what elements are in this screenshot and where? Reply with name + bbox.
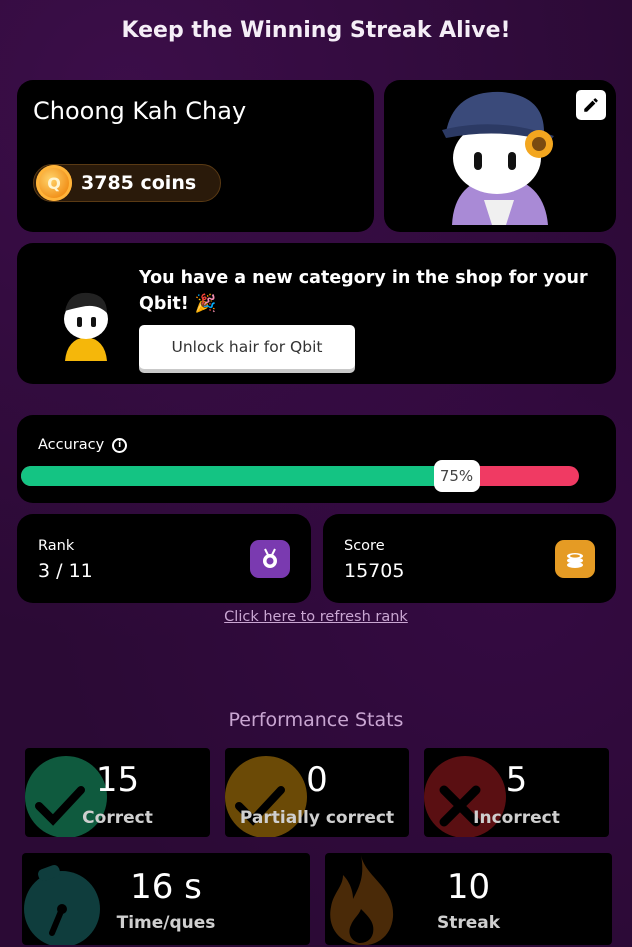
streak-value: 10 [446, 867, 491, 907]
partially-correct-label: Partially correct [239, 808, 395, 828]
coins-badge: Q 3785 coins [33, 164, 221, 202]
time-per-question-label: Time/ques [116, 913, 216, 933]
profile-card: Choong Kah Chay Q 3785 coins [17, 80, 374, 232]
partially-correct-count: 0 [306, 760, 328, 800]
user-name: Choong Kah Chay [33, 97, 247, 125]
score-card: Score 15705 [323, 514, 616, 603]
performance-title: Performance Stats [228, 709, 404, 731]
accuracy-label: Accuracy [38, 437, 105, 453]
unlock-hair-button[interactable]: Unlock hair for Qbit [139, 325, 355, 369]
avatar-card [384, 80, 616, 232]
rank-value: 3 / 11 [38, 560, 93, 582]
coin-stack-icon [555, 540, 595, 578]
rank-card: Rank 3 / 11 [17, 514, 311, 603]
page-title: Keep the Winning Streak Alive! [121, 18, 511, 43]
stat-tile-partially-correct: 0 Partially correct [225, 748, 409, 837]
pencil-icon [584, 98, 598, 112]
stat-tile-streak: 10 Streak [325, 853, 612, 945]
coins-count: 3785 coins [81, 172, 197, 194]
refresh-rank-link[interactable]: Click here to refresh rank [0, 609, 632, 625]
accuracy-bar [21, 466, 579, 486]
edit-avatar-button[interactable] [576, 90, 606, 120]
medal-icon [250, 540, 290, 578]
shop-notice-card: You have a new category in the shop for … [17, 243, 616, 384]
info-icon[interactable]: i [112, 437, 128, 453]
incorrect-count: 5 [505, 760, 528, 800]
correct-label: Correct [82, 808, 153, 828]
accuracy-bar-fill [21, 466, 440, 486]
stat-tile-correct: 15 Correct [25, 748, 210, 837]
correct-count: 15 [95, 760, 140, 800]
incorrect-label: Incorrect [473, 808, 560, 828]
streak-label: Streak [436, 913, 501, 933]
time-per-question-value: 16 s [130, 867, 202, 907]
score-value: 15705 [344, 560, 405, 582]
score-label: Score [344, 538, 385, 554]
shop-message: You have a new category in the shop for … [139, 268, 588, 314]
stat-tile-incorrect: 5 Incorrect [424, 748, 609, 837]
rank-label: Rank [38, 538, 75, 554]
q-coin-icon: Q [36, 165, 72, 201]
accuracy-card: Accuracy i [17, 415, 616, 503]
stat-tile-time-per-question: 16 s Time/ques [22, 853, 310, 945]
accuracy-label-row: Accuracy i [38, 437, 128, 453]
qbit-mascot [64, 292, 108, 361]
accuracy-percent-badge: 75% [433, 460, 480, 492]
